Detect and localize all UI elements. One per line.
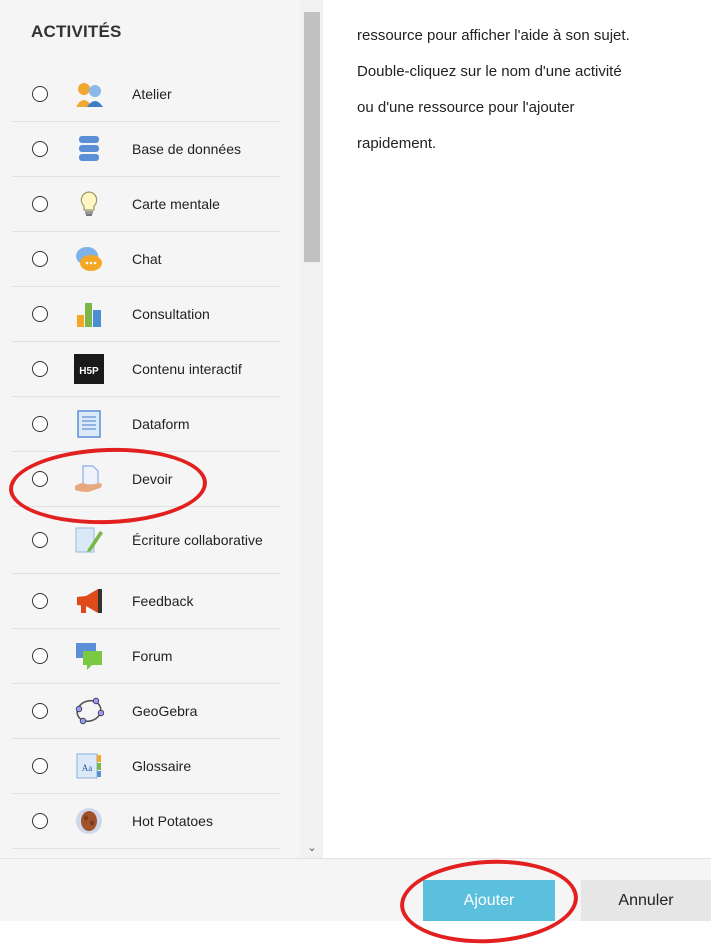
activity-option-carte-mentale[interactable]: Carte mentale xyxy=(12,177,280,232)
activity-label: Écriture collaborative xyxy=(132,532,263,548)
chat-icon xyxy=(74,244,104,274)
activity-option-hot-potatoes[interactable]: Hot Potatoes xyxy=(12,794,280,849)
activity-option-atelier[interactable]: Atelier xyxy=(12,67,280,122)
activity-option-feedback[interactable]: Feedback xyxy=(12,574,280,629)
assignment-icon xyxy=(74,464,104,494)
activity-option-forum[interactable]: Forum xyxy=(12,629,280,684)
hot-potatoes-icon xyxy=(74,806,104,836)
bar-chart-icon xyxy=(74,299,104,329)
radio-button[interactable] xyxy=(32,306,48,322)
activity-option-contenu-interactif[interactable]: H5P Contenu interactif xyxy=(12,342,280,397)
help-line: ressource pour afficher l'aide à son suj… xyxy=(357,27,630,44)
glossary-icon: Aa xyxy=(74,751,104,781)
cancel-button[interactable]: Annuler xyxy=(581,880,711,921)
form-icon xyxy=(74,409,104,439)
activity-option-geogebra[interactable]: GeoGebra xyxy=(12,684,280,739)
activity-label: Forum xyxy=(132,648,173,664)
activity-label: GeoGebra xyxy=(132,703,198,719)
radio-button[interactable] xyxy=(32,141,48,157)
activity-option-devoir[interactable]: Devoir xyxy=(12,452,280,507)
activity-option-chat[interactable]: Chat xyxy=(12,232,280,287)
help-text: ressource pour afficher l'aide à son suj… xyxy=(357,18,702,162)
activity-label: Consultation xyxy=(132,306,210,322)
activity-label: Chat xyxy=(132,251,162,267)
activity-label: Hot Potatoes xyxy=(132,813,213,829)
radio-button[interactable] xyxy=(32,532,48,548)
activity-label: Dataform xyxy=(132,416,190,432)
activity-label: Contenu interactif xyxy=(132,361,242,377)
activity-label: Base de données xyxy=(132,141,241,157)
glossary-icon-text: Aa xyxy=(82,763,93,773)
lightbulb-icon xyxy=(74,189,104,219)
help-line: Double-cliquez sur le nom d'une activité xyxy=(357,63,622,80)
radio-button[interactable] xyxy=(32,251,48,267)
radio-button[interactable] xyxy=(32,416,48,432)
help-line: rapidement. xyxy=(357,135,437,152)
activity-label: Atelier xyxy=(132,86,172,102)
workshop-icon xyxy=(74,79,104,109)
dialog-footer: Ajouter Annuler xyxy=(0,858,711,921)
radio-button[interactable] xyxy=(32,471,48,487)
activity-label: Carte mentale xyxy=(132,196,220,212)
geogebra-icon xyxy=(74,696,104,726)
activity-option-base-de-donnees[interactable]: Base de données xyxy=(12,122,280,177)
database-icon xyxy=(74,134,104,164)
h5p-icon-text: H5P xyxy=(79,366,99,377)
help-line: ou d'une ressource pour l'ajouter xyxy=(357,99,575,116)
radio-button[interactable] xyxy=(32,813,48,829)
activity-label: Feedback xyxy=(132,593,194,609)
radio-button[interactable] xyxy=(32,86,48,102)
activity-label: Devoir xyxy=(132,471,173,487)
radio-button[interactable] xyxy=(32,361,48,377)
activity-label: Glossaire xyxy=(132,758,192,774)
activity-chooser-pane: ACTIVITÉS Atelier Base de données Carte … xyxy=(0,0,300,858)
radio-button[interactable] xyxy=(32,196,48,212)
megaphone-icon xyxy=(74,586,104,616)
h5p-icon: H5P xyxy=(74,354,104,384)
scroll-down-arrow-icon[interactable]: ⌄ xyxy=(303,840,321,856)
collaborative-writing-icon xyxy=(74,525,104,555)
activity-list: Atelier Base de données Carte mentale Ch… xyxy=(0,67,300,849)
radio-button[interactable] xyxy=(32,703,48,719)
radio-button[interactable] xyxy=(32,648,48,664)
radio-button[interactable] xyxy=(32,758,48,774)
activity-option-consultation[interactable]: Consultation xyxy=(12,287,280,342)
scrollbar-thumb[interactable] xyxy=(304,12,320,262)
activity-option-ecriture-collaborative[interactable]: Écriture collaborative xyxy=(12,507,280,574)
activity-option-glossaire[interactable]: Aa Glossaire xyxy=(12,739,280,794)
forum-icon xyxy=(74,641,104,671)
section-title: ACTIVITÉS xyxy=(31,22,122,41)
radio-button[interactable] xyxy=(32,593,48,609)
add-button[interactable]: Ajouter xyxy=(423,880,555,921)
activity-option-dataform[interactable]: Dataform xyxy=(12,397,280,452)
